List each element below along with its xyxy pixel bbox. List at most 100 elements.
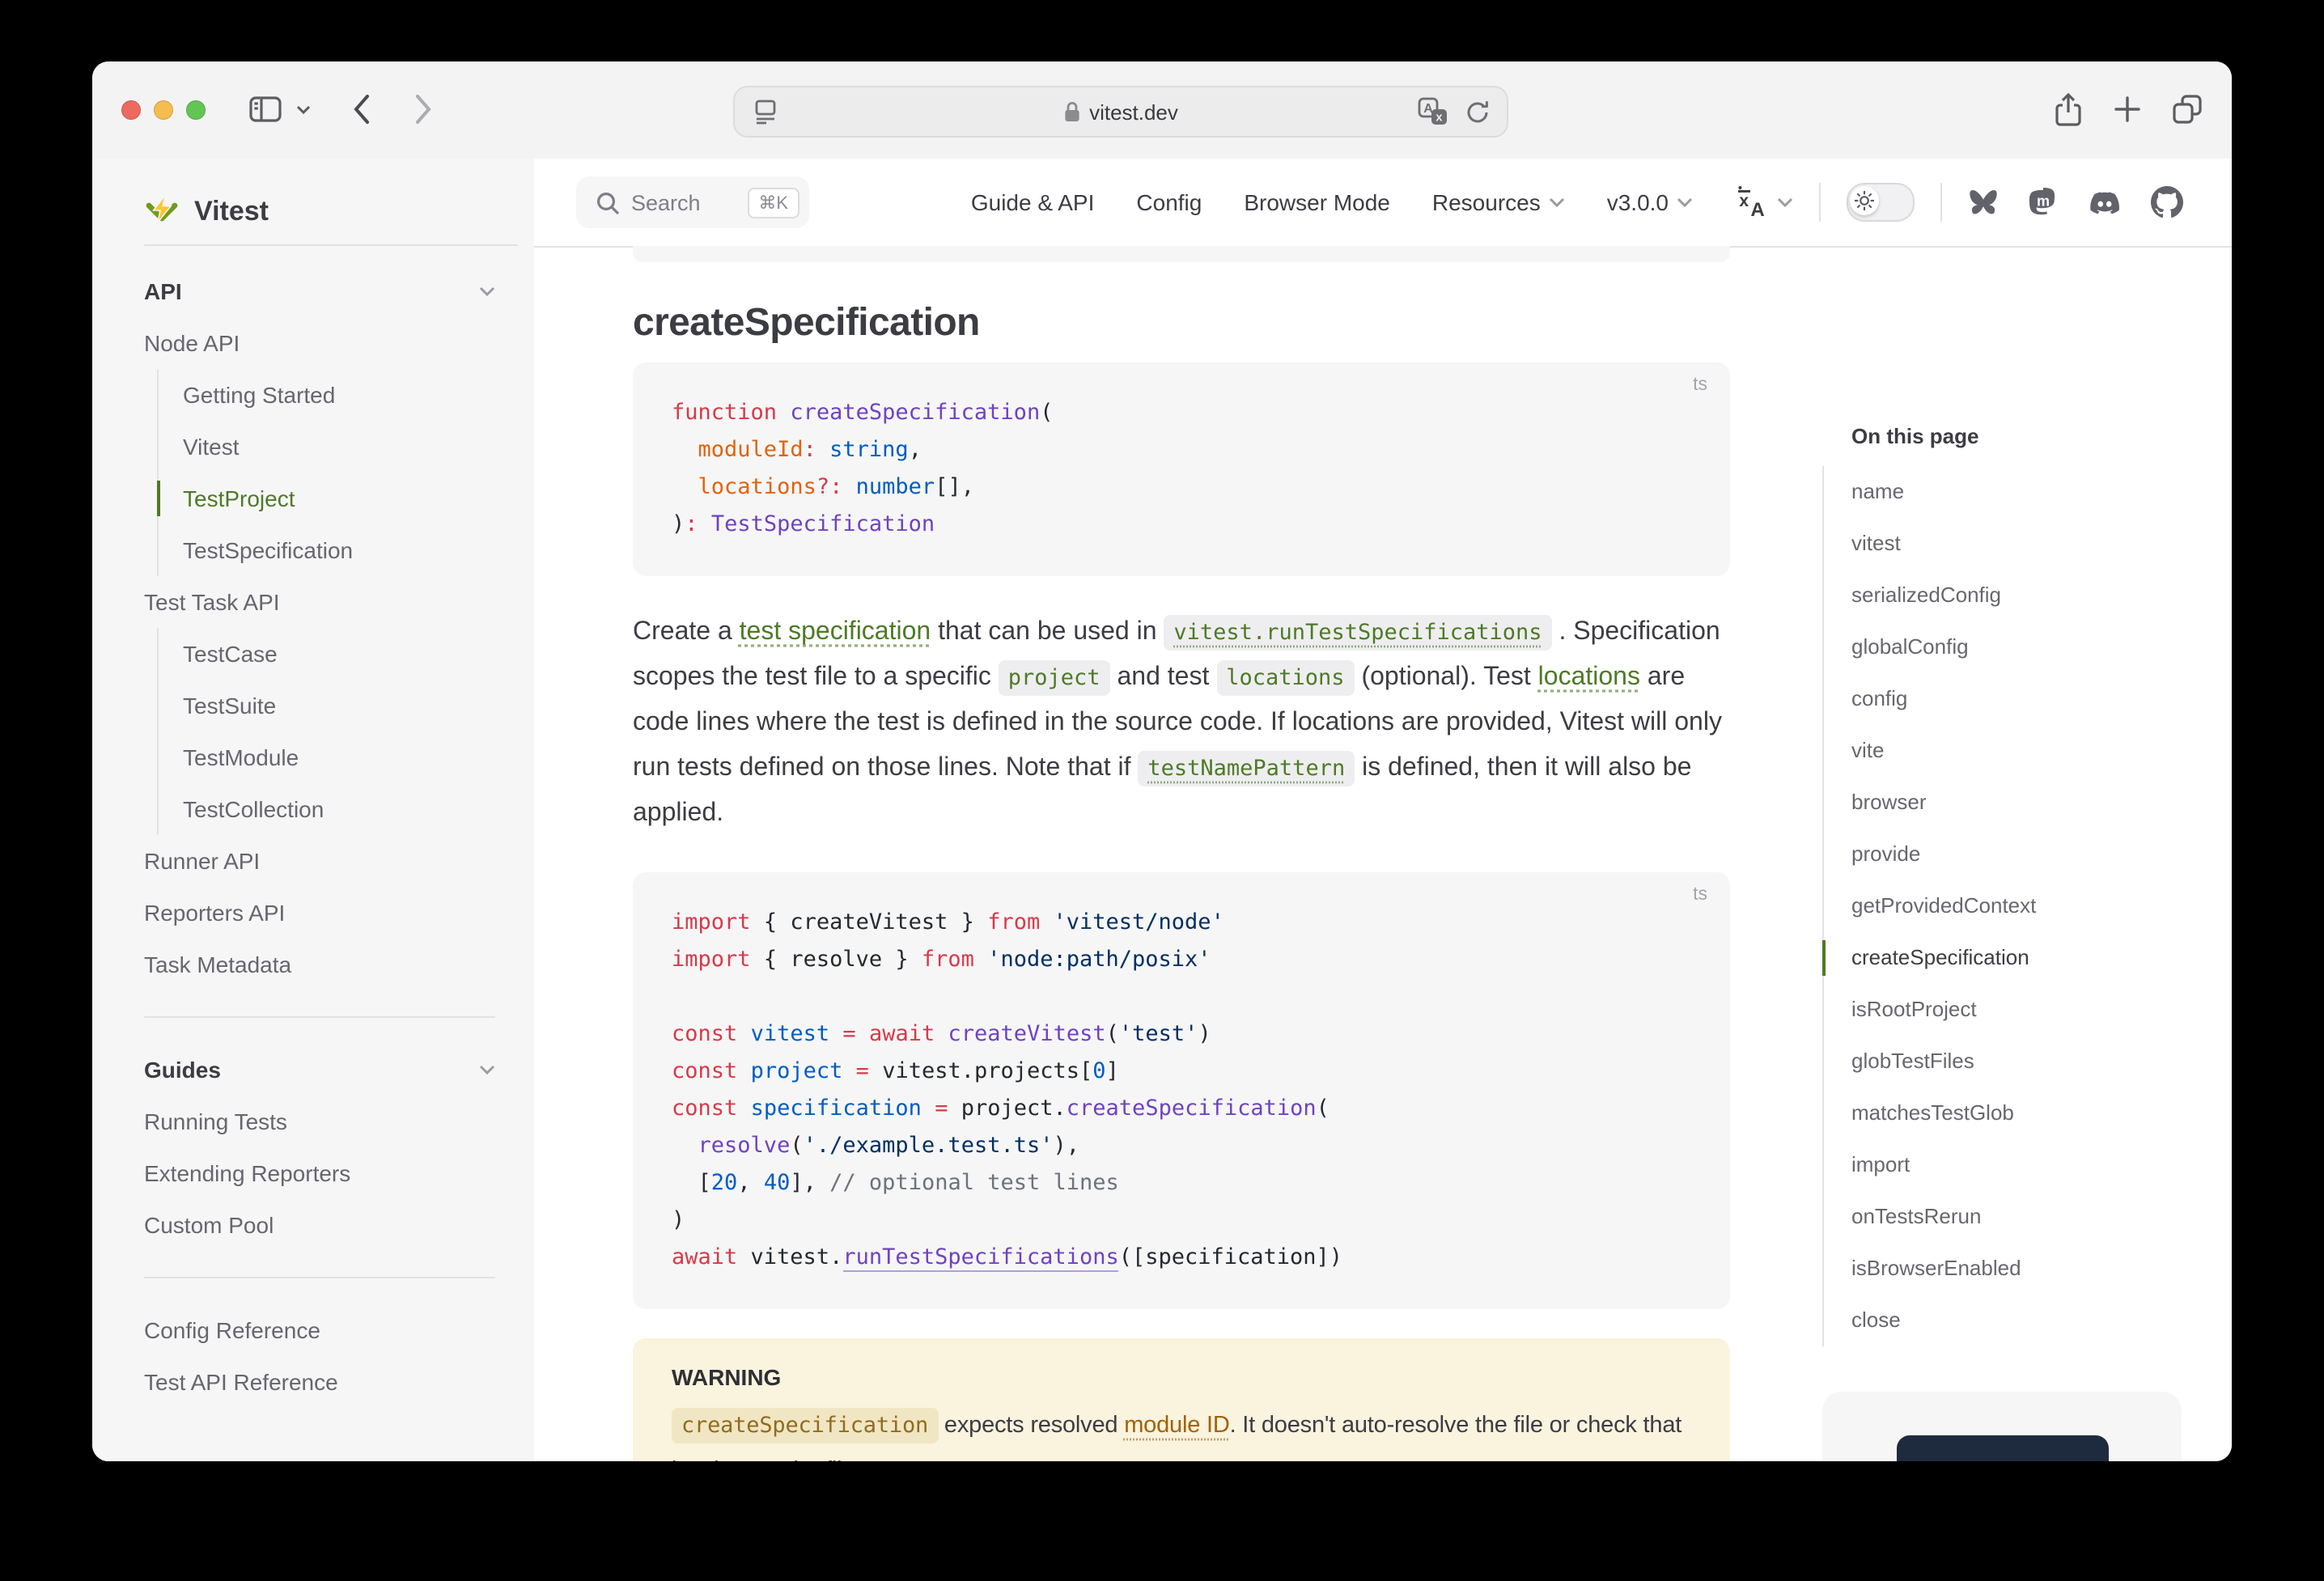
inline-code-link[interactable]: vitest.runTestSpecifications: [1164, 615, 1551, 651]
search-shortcut-badge: ⌘K: [747, 187, 799, 218]
vitest-logo-icon: [144, 194, 180, 230]
nav-link-config[interactable]: Config: [1136, 189, 1202, 215]
bluesky-icon[interactable]: [1968, 188, 1999, 217]
sidebar-item-runner-api[interactable]: Runner API: [144, 835, 495, 887]
sidebar-item-testcollection[interactable]: TestCollection: [183, 783, 495, 835]
sidebar-item-testproject[interactable]: TestProject: [183, 473, 495, 524]
outline-item-browser[interactable]: browser: [1851, 777, 2232, 829]
github-icon[interactable]: [2151, 186, 2183, 218]
sidebar-item-test-api-reference[interactable]: Test API Reference: [144, 1356, 495, 1408]
sidebar-section-guides[interactable]: Guides: [144, 1044, 495, 1096]
sidebar-nav: APINode APIGetting StartedVitestTestProj…: [144, 265, 495, 1408]
minimize-window-button[interactable]: [154, 100, 173, 120]
doc-link[interactable]: module ID: [1124, 1413, 1229, 1439]
outline-item-close[interactable]: close: [1851, 1295, 2232, 1346]
code-language-badge: ts: [1693, 885, 1707, 905]
outline-item-name[interactable]: name: [1851, 466, 2232, 518]
sidebar-divider: [144, 244, 518, 246]
sidebar-item-getting-started[interactable]: Getting Started: [183, 369, 495, 421]
outline-item-ontestsrerun[interactable]: onTestsRerun: [1851, 1191, 2232, 1243]
outline-item-vite[interactable]: vite: [1851, 725, 2232, 777]
lock-icon: [1063, 100, 1081, 123]
forward-button[interactable]: [414, 94, 432, 125]
outline-item-createspecification[interactable]: createSpecification: [1851, 932, 2232, 984]
search-button[interactable]: Search ⌘K: [576, 176, 809, 228]
new-tab-icon[interactable]: [2114, 95, 2141, 123]
doc-link[interactable]: locations: [1538, 663, 1640, 691]
sidebar-toggle-icon[interactable]: [249, 95, 282, 123]
outline-item-getprovidedcontext[interactable]: getProvidedContext: [1851, 880, 2232, 932]
svg-text:A: A: [1750, 199, 1764, 218]
nav-link-label: Resources: [1432, 189, 1541, 215]
vitest-logo[interactable]: Vitest: [144, 180, 269, 244]
sidebar-section-label: Guides: [144, 1044, 221, 1096]
outline-item-globalconfig[interactable]: globalConfig: [1851, 621, 2232, 673]
nav-link-guide-api[interactable]: Guide & API: [971, 189, 1095, 215]
sun-icon: [1855, 191, 1874, 210]
code-block-example: ts import { createVitest } from 'vitest/…: [633, 872, 1730, 1309]
docs-sidebar: Vitest APINode APIGetting StartedVitestT…: [92, 159, 534, 1461]
site-title: Vitest: [194, 196, 269, 228]
site-navbar: Search ⌘K Guide & API Config Browser Mode R…: [534, 159, 2232, 248]
outline-item-globtestfiles[interactable]: globTestFiles: [1851, 1036, 2232, 1087]
sidebar-item-extending-reporters[interactable]: Extending Reporters: [144, 1147, 495, 1199]
sidebar-item-task-metadata[interactable]: Task Metadata: [144, 939, 495, 990]
code-link[interactable]: runTestSpecifications: [842, 1244, 1118, 1272]
sidebar-item-reporters-api[interactable]: Reporters API: [144, 887, 495, 939]
doc-link[interactable]: test specification: [740, 618, 931, 646]
theme-toggle[interactable]: [1847, 183, 1915, 222]
address-bar[interactable]: vitest.dev A x: [733, 86, 1508, 138]
svg-text:m: m: [2037, 192, 2050, 208]
sidebar-item-test-task-api[interactable]: Test Task API: [144, 576, 495, 628]
sidebar-menu-chevron-icon[interactable]: [296, 105, 311, 115]
svg-text:x: x: [1436, 111, 1443, 125]
nav-link-resources[interactable]: Resources: [1432, 189, 1565, 215]
sidebar-item-custom-pool[interactable]: Custom Pool: [144, 1199, 495, 1251]
back-button[interactable]: [353, 94, 371, 125]
nav-link-label: Guide & API: [971, 189, 1095, 215]
nav-link-label: Config: [1136, 189, 1202, 215]
outline-item-isrootproject[interactable]: isRootProject: [1851, 984, 2232, 1036]
outline-item-vitest[interactable]: vitest: [1851, 518, 2232, 570]
code-line: moduleId: string,: [672, 432, 1691, 469]
share-icon[interactable]: [2054, 92, 2083, 128]
outline-item-import[interactable]: import: [1851, 1139, 2232, 1191]
window-body: Vitest APINode APIGetting StartedVitestT…: [92, 159, 2232, 1461]
nav-link-v3-0-0[interactable]: v3.0.0: [1607, 189, 1693, 215]
theme-toggle-knob: [1850, 186, 1879, 215]
sidebar-section-api[interactable]: API: [144, 265, 495, 317]
warning-callout: WARNING createSpecification expects reso…: [633, 1338, 1730, 1461]
mastodon-icon[interactable]: m: [2028, 187, 2059, 218]
reload-icon[interactable]: [1465, 98, 1491, 134]
sidebar-item-running-tests[interactable]: Running Tests: [144, 1096, 495, 1147]
code-line: await vitest.runTestSpecifications([spec…: [672, 1240, 1691, 1277]
sidebar-item-vitest[interactable]: Vitest: [183, 421, 495, 473]
code-line: [672, 979, 1691, 1016]
outline-item-provide[interactable]: provide: [1851, 829, 2232, 880]
sidebar-item-testspecification[interactable]: TestSpecification: [183, 524, 495, 576]
outline-item-config[interactable]: config: [1851, 673, 2232, 725]
sponsor-card[interactable]: </>: [1822, 1392, 2182, 1461]
tab-overview-icon[interactable]: [2172, 94, 2203, 125]
nav-link-browser-mode[interactable]: Browser Mode: [1244, 189, 1390, 215]
sidebar-item-node-api[interactable]: Node API: [144, 317, 495, 369]
outline-item-serializedconfig[interactable]: serializedConfig: [1851, 570, 2232, 621]
close-window-button[interactable]: [121, 100, 141, 120]
zoom-window-button[interactable]: [186, 100, 206, 120]
sidebar-item-config-reference[interactable]: Config Reference: [144, 1304, 495, 1356]
outline-item-isbrowserenabled[interactable]: isBrowserEnabled: [1851, 1243, 2232, 1295]
inline-code: createSpecification: [672, 1408, 938, 1443]
sidebar-section-label: API: [144, 265, 182, 317]
inline-code: project: [999, 660, 1110, 696]
sidebar-item-testcase[interactable]: TestCase: [183, 628, 495, 680]
search-icon: [596, 190, 620, 214]
discord-icon[interactable]: [2088, 187, 2122, 218]
translate-icon[interactable]: A x: [1418, 97, 1448, 134]
language-menu[interactable]: x A: [1735, 186, 1793, 218]
sidebar-item-testsuite[interactable]: TestSuite: [183, 680, 495, 731]
sidebar-item-testmodule[interactable]: TestModule: [183, 731, 495, 783]
outline-item-matchestestglob[interactable]: matchesTestGlob: [1851, 1087, 2232, 1139]
browser-titlebar: vitest.dev A x: [92, 61, 2232, 160]
code-line: import { createVitest } from 'vitest/nod…: [672, 905, 1691, 942]
inline-code-link[interactable]: testNamePattern: [1138, 751, 1355, 786]
